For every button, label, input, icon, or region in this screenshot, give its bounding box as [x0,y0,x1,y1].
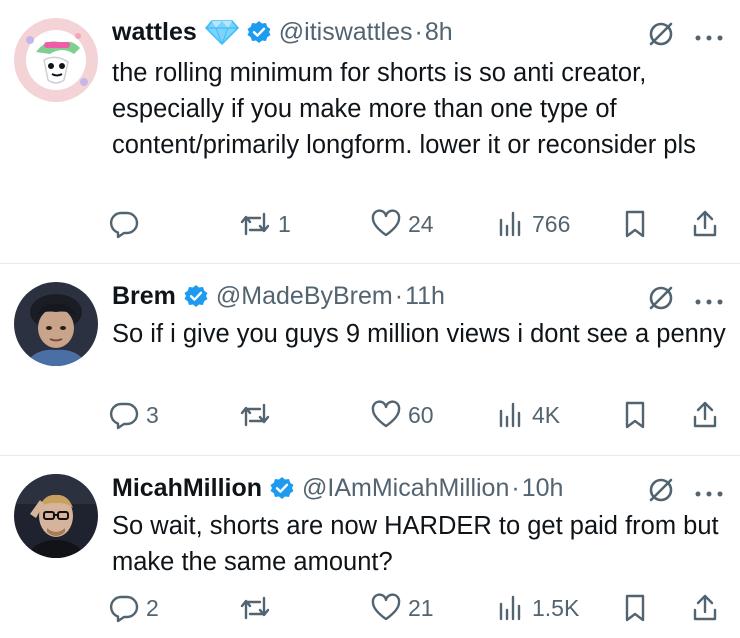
like-count: 21 [408,594,434,621]
like-icon [370,208,402,240]
views-count: 1.5K [532,594,580,621]
avatar[interactable] [14,474,98,558]
grok-icon[interactable] [646,283,676,313]
grok-icon[interactable] [646,19,676,49]
action-bar: 2 21 1.5K [108,590,728,626]
display-name[interactable]: wattles [112,18,197,47]
repost-icon [238,592,272,624]
like-button[interactable]: 60 [370,397,434,433]
like-icon [370,399,402,431]
views-count: 4K [532,401,561,428]
repost-icon [238,399,272,431]
display-name[interactable]: Brem [112,282,176,311]
more-icon[interactable] [692,294,726,305]
share-button[interactable] [690,397,720,433]
timestamp[interactable]: 8h [425,18,453,47]
reply-icon [108,208,140,240]
views-button[interactable]: 4K [494,397,560,433]
share-button[interactable] [690,590,720,626]
grok-icon[interactable] [646,475,676,505]
avatar[interactable] [14,282,98,366]
bookmark-button[interactable] [620,206,650,242]
more-icon[interactable] [692,30,726,41]
repost-icon [238,208,272,240]
repost-button[interactable]: 1 [238,206,291,242]
views-count: 766 [532,210,571,237]
avatar[interactable] [14,18,98,102]
reply-button[interactable]: 2 [108,590,159,626]
repost-count: 1 [278,210,291,237]
bookmark-button[interactable] [620,397,650,433]
more-icon[interactable] [692,486,726,497]
reply-count: 3 [146,401,159,428]
handle[interactable]: @itiswattles [279,18,413,47]
tweet-text: So wait, shorts are now HARDER to get pa… [112,512,719,576]
display-name[interactable]: MicahMillion [112,474,262,503]
share-icon [690,399,720,431]
timestamp[interactable]: 11h [405,282,445,311]
bookmark-icon [620,399,650,431]
reply-count: 2 [146,594,159,621]
views-button[interactable]: 1.5K [494,590,579,626]
separator-dot: · [414,17,423,46]
bookmark-button[interactable] [620,590,650,626]
views-icon [494,592,526,624]
reply-button[interactable]: 3 [108,397,159,433]
handle[interactable]: @IAmMicahMillion [302,474,509,503]
like-count: 24 [408,210,434,237]
share-icon [690,208,720,240]
tweet-header: Brem @MadeByBrem · 11h [112,278,445,314]
action-bar: 1 24 766 [108,206,728,242]
tweet-header: MicahMillion @IAmMicahMillion · 10h [112,470,563,506]
action-bar: 3 60 4K [108,397,728,433]
gem-icon [204,19,239,45]
tweet-text: So if i give you guys 9 million views i … [112,320,726,348]
reply-icon [108,592,140,624]
bookmark-icon [620,208,650,240]
separator-dot: · [394,281,404,310]
verified-badge-icon[interactable] [184,284,208,308]
reply-icon [108,399,140,431]
separator-dot: · [511,473,520,502]
tweet-text: the rolling minimum for shorts is so ant… [112,59,696,159]
repost-button[interactable] [238,590,278,626]
repost-button[interactable] [238,397,278,433]
handle[interactable]: @MadeByBrem [216,282,393,311]
like-button[interactable]: 24 [370,206,434,242]
tweet-header: wattles @itiswattles · 8h [112,14,453,50]
verified-badge-icon[interactable] [270,476,294,500]
tweet-divider [0,455,740,456]
like-button[interactable]: 21 [370,590,434,626]
reply-button[interactable] [108,206,146,242]
verified-badge-icon[interactable] [247,20,271,44]
views-button[interactable]: 766 [494,206,570,242]
like-icon [370,592,402,624]
share-button[interactable] [690,206,720,242]
views-icon [494,208,526,240]
views-icon [494,399,526,431]
bookmark-icon [620,592,650,624]
like-count: 60 [408,401,434,428]
tweet-divider [0,263,740,264]
timestamp[interactable]: 10h [522,474,564,503]
share-icon [690,592,720,624]
